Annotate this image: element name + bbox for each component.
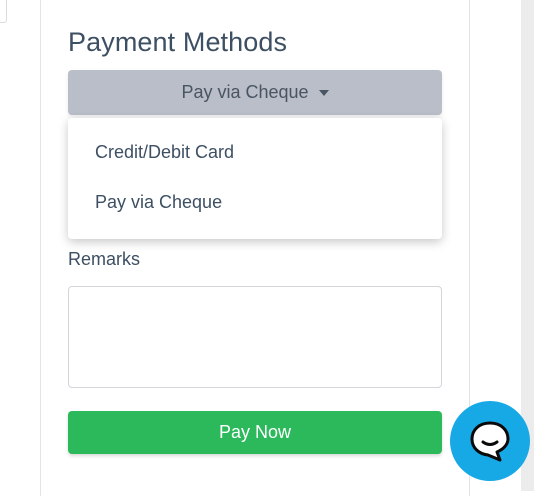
left-panel-edge bbox=[0, 0, 7, 23]
chat-launcher-button[interactable] bbox=[450, 401, 530, 481]
menu-item-credit-debit-card[interactable]: Credit/Debit Card bbox=[95, 142, 234, 163]
caret-down-icon bbox=[318, 89, 329, 96]
chat-bubble-icon bbox=[470, 421, 510, 462]
pay-now-label: Pay Now bbox=[218, 422, 292, 442]
menu-item-pay-via-cheque[interactable]: Pay via Cheque bbox=[95, 192, 222, 213]
remarks-textarea[interactable] bbox=[68, 286, 442, 388]
payment-method-selected-label: Pay via Cheque bbox=[181, 82, 309, 102]
payment-method-dropdown[interactable]: Pay via Cheque bbox=[68, 70, 442, 115]
pay-now-button[interactable]: Pay Now bbox=[68, 411, 442, 454]
payment-methods-heading: Payment Methods bbox=[68, 27, 288, 57]
payment-method-menu: Credit/Debit Card Pay via Cheque bbox=[68, 118, 442, 239]
remarks-label: Remarks bbox=[68, 249, 141, 269]
